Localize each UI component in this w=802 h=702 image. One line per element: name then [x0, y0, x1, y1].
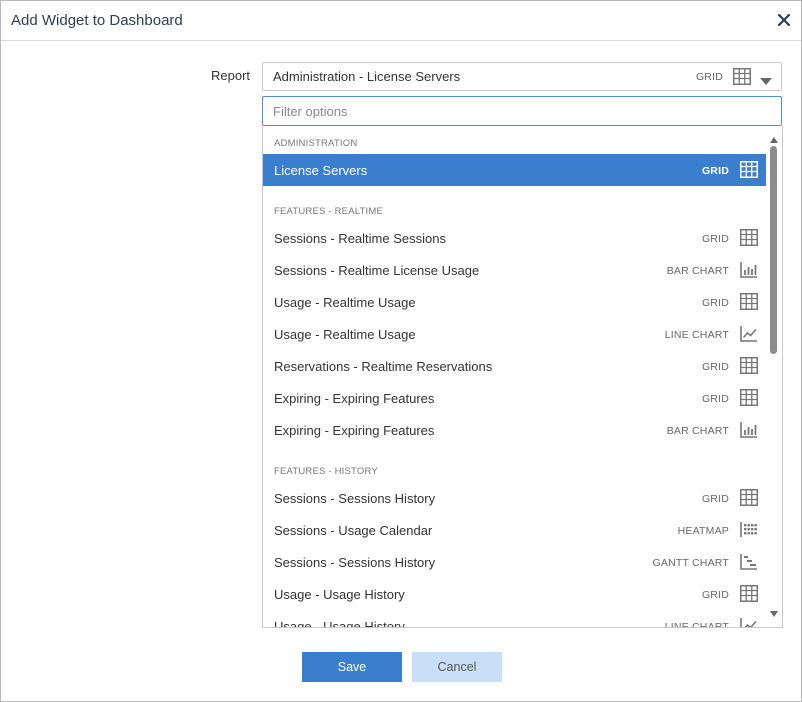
report-option-type: LINE CHART — [664, 329, 729, 341]
report-option[interactable]: Usage - Usage History GRID — [263, 578, 768, 610]
report-option-label: Sessions - Realtime License Usage — [274, 263, 480, 278]
report-option-type: GRID — [701, 393, 729, 405]
report-option-type: GRID — [701, 297, 729, 309]
report-option-label: Sessions - Usage Calendar — [274, 523, 433, 538]
grid-icon — [740, 389, 758, 411]
grid-icon — [740, 293, 758, 315]
report-option[interactable]: License Servers GRID — [263, 154, 768, 186]
report-option-label: Expiring - Expiring Features — [274, 391, 435, 406]
scrollbar-thumb[interactable] — [770, 146, 777, 354]
report-option-type: GANTT CHART — [652, 557, 729, 569]
option-group-header: FEATURES - HISTORY — [274, 466, 378, 477]
filter-input[interactable] — [262, 96, 782, 126]
scroll-down-icon[interactable] — [770, 604, 778, 622]
report-option-type: LINE CHART — [664, 621, 729, 628]
report-option[interactable]: Sessions - Usage Calendar HEATMAP — [263, 514, 768, 546]
dialog-titlebar: Add Widget to Dashboard — [1, 1, 801, 41]
selected-report-type: GRID — [695, 71, 723, 83]
option-group-header: ADMINISTRATION — [274, 138, 358, 149]
option-group-header: FEATURES - REALTIME — [274, 206, 384, 217]
report-option-type: GRID — [701, 493, 729, 505]
report-option-type: GRID — [701, 165, 729, 177]
bar-chart-icon — [740, 261, 758, 283]
report-option[interactable]: Expiring - Expiring Features GRID — [263, 382, 768, 414]
report-option-label: Sessions - Sessions History — [274, 555, 436, 570]
bar-chart-icon — [740, 421, 758, 443]
report-option-label: Usage - Usage History — [274, 587, 405, 602]
grid-icon — [740, 489, 758, 511]
report-option-type: HEATMAP — [677, 525, 729, 537]
report-option[interactable]: Usage - Realtime Usage LINE CHART — [263, 318, 768, 350]
grid-icon — [740, 229, 758, 251]
report-select[interactable]: Administration - License Servers GRID — [262, 62, 782, 91]
report-label: Report — [211, 68, 251, 83]
report-option[interactable]: Sessions - Realtime License Usage BAR CHA… — [263, 254, 768, 286]
report-option-label: Usage - Realtime Usage — [274, 327, 416, 342]
report-option[interactable]: Sessions - Realtime Sessions GRID — [263, 222, 768, 254]
report-option-type: GRID — [701, 361, 729, 373]
report-option-label: License Servers — [274, 163, 368, 178]
report-option[interactable]: Expiring - Expiring Features BAR CHART — [263, 414, 768, 446]
report-option-label: Reservations - Realtime Reservations — [274, 359, 493, 374]
report-option-type: GRID — [701, 233, 729, 245]
report-option-label: Sessions - Realtime Sessions — [274, 231, 446, 246]
selected-report-value: Administration - License Servers — [273, 69, 461, 84]
report-option[interactable]: Usage - Realtime Usage GRID — [263, 286, 768, 318]
save-button[interactable]: Save — [302, 652, 402, 682]
report-option-label: Usage - Usage History — [274, 619, 405, 628]
report-option[interactable]: Usage - Usage History LINE CHART — [263, 610, 768, 628]
grid-icon — [733, 68, 751, 90]
report-option[interactable]: Sessions - Sessions History GANTT CHART — [263, 546, 768, 578]
line-chart-icon — [740, 617, 758, 627]
gantt-chart-icon — [740, 553, 758, 575]
report-options-dropdown: ADMINISTRATION License Servers GRID FEATURE… — [262, 126, 783, 628]
report-option[interactable]: Sessions - Sessions History GRID — [263, 482, 768, 514]
grid-icon — [740, 585, 758, 607]
report-option-label: Usage - Realtime Usage — [274, 295, 416, 310]
report-option-label: Sessions - Sessions History — [274, 491, 436, 506]
add-widget-dialog: Add Widget to Dashboard Report Administr… — [0, 0, 802, 702]
report-option[interactable]: Reservations - Realtime Reservations GRID — [263, 350, 768, 382]
report-option-type: GRID — [701, 589, 729, 601]
options-list: ADMINISTRATION License Servers GRID FEATURE… — [263, 126, 768, 628]
heatmap-icon — [740, 521, 758, 543]
dialog-title: Add Widget to Dashboard — [11, 12, 183, 29]
grid-icon — [740, 357, 758, 379]
report-option-label: Expiring - Expiring Features — [274, 423, 435, 438]
cancel-button[interactable]: Cancel — [412, 652, 502, 682]
close-icon[interactable] — [775, 11, 793, 29]
line-chart-icon — [740, 325, 758, 347]
chevron-down-icon[interactable] — [760, 73, 772, 91]
report-option-type: BAR CHART — [666, 425, 729, 437]
dropdown-scrollbar[interactable] — [766, 126, 782, 627]
report-option-type: BAR CHART — [666, 265, 729, 277]
grid-icon — [740, 161, 758, 183]
